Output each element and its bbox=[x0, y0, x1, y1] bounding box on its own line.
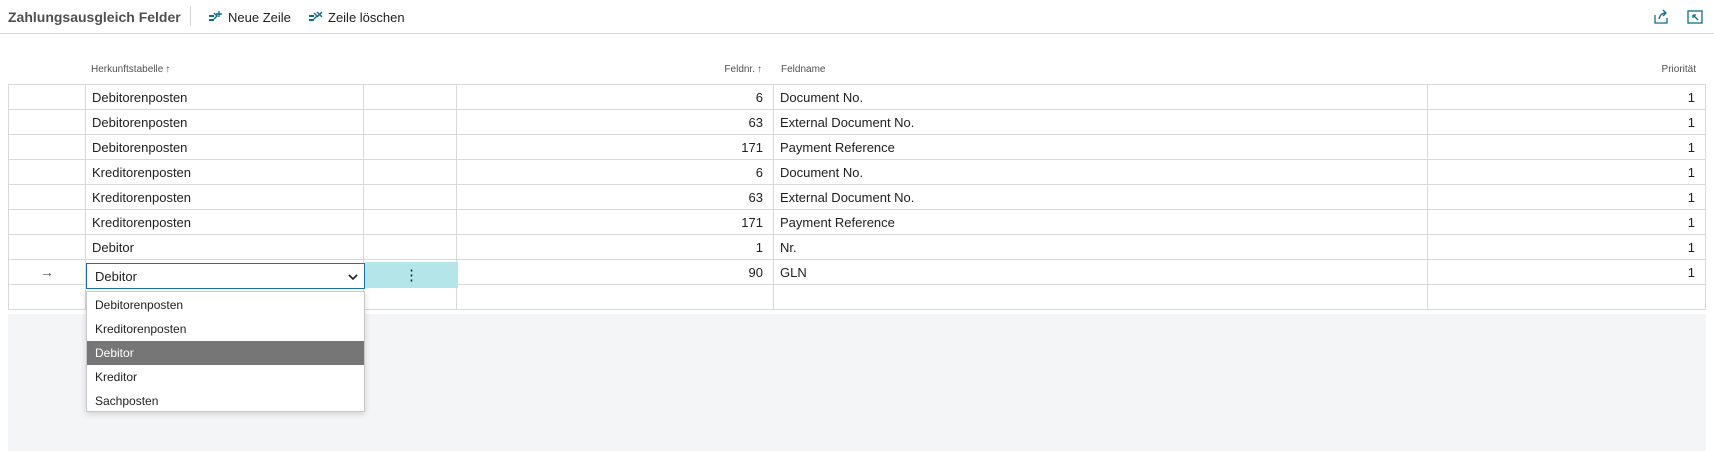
source-table-cell[interactable]: Debitorenposten bbox=[86, 84, 364, 110]
field-no-cell[interactable]: 6 bbox=[457, 84, 774, 110]
dropdown-option[interactable]: Kreditorenposten bbox=[87, 317, 364, 341]
field-name-cell[interactable]: Nr. bbox=[774, 234, 1428, 260]
table-row[interactable]: Kreditorenposten 171 Payment Reference 1 bbox=[8, 209, 1706, 235]
row-indicator-cell[interactable] bbox=[8, 134, 86, 160]
priority-cell[interactable]: 1 bbox=[1428, 234, 1706, 260]
source-table-select-value: Debitor bbox=[95, 268, 137, 284]
row-menu-cell[interactable] bbox=[364, 109, 457, 135]
priority-cell[interactable]: 1 bbox=[1428, 259, 1706, 285]
row-menu-cell[interactable] bbox=[364, 159, 457, 185]
priority-cell[interactable]: 1 bbox=[1428, 159, 1706, 185]
column-header-priority[interactable]: Priorität bbox=[1590, 64, 1696, 75]
table-row[interactable]: Debitor 1 Nr. 1 bbox=[8, 234, 1706, 260]
column-header-field-name[interactable]: Feldname bbox=[781, 64, 825, 75]
priority-cell[interactable]: 1 bbox=[1428, 184, 1706, 210]
page-title: Zahlungsausgleich Felder bbox=[8, 9, 181, 25]
column-header-field-no[interactable]: Feldnr. ↑ bbox=[660, 64, 762, 75]
row-indicator-cell[interactable] bbox=[8, 184, 86, 210]
row-menu-cell[interactable] bbox=[364, 234, 457, 260]
source-table-dropdown: Debitorenposten Kreditorenposten Debitor… bbox=[86, 291, 365, 412]
delete-line-button[interactable]: Zeile löschen bbox=[308, 6, 405, 28]
source-table-cell[interactable]: Debitor bbox=[86, 234, 364, 260]
table-row[interactable]: Debitorenposten 6 Document No. 1 bbox=[8, 84, 1706, 110]
row-menu-cell[interactable] bbox=[364, 134, 457, 160]
more-options-icon: ⋮ bbox=[404, 267, 419, 284]
row-indicator-cell[interactable] bbox=[8, 84, 86, 110]
priority-cell[interactable] bbox=[1428, 284, 1706, 310]
row-menu-cell[interactable] bbox=[364, 184, 457, 210]
field-no-cell[interactable]: 1 bbox=[457, 234, 774, 260]
column-header-source-table[interactable]: Herkunftstabelle ↑ bbox=[91, 64, 170, 75]
priority-cell[interactable]: 1 bbox=[1428, 134, 1706, 160]
field-no-cell[interactable]: 171 bbox=[457, 209, 774, 235]
column-header-field-no-label: Feldnr. bbox=[724, 64, 755, 75]
source-table-cell[interactable]: Kreditorenposten bbox=[86, 184, 364, 210]
priority-cell[interactable]: 1 bbox=[1428, 109, 1706, 135]
dropdown-option-selected[interactable]: Debitor bbox=[87, 341, 364, 365]
new-line-button[interactable]: Neue Zeile bbox=[208, 6, 291, 28]
sort-ascending-icon: ↑ bbox=[165, 64, 171, 75]
field-no-cell[interactable]: 171 bbox=[457, 134, 774, 160]
new-line-label: Neue Zeile bbox=[228, 9, 291, 25]
field-name-cell[interactable] bbox=[774, 284, 1428, 310]
field-name-cell[interactable]: External Document No. bbox=[774, 184, 1428, 210]
field-no-cell[interactable]: 63 bbox=[457, 109, 774, 135]
sort-ascending-icon: ↑ bbox=[757, 64, 762, 75]
field-no-cell[interactable] bbox=[457, 284, 774, 310]
table-row[interactable]: Debitorenposten 171 Payment Reference 1 bbox=[8, 134, 1706, 160]
row-indicator-cell[interactable]: → bbox=[8, 259, 86, 285]
row-indicator-cell[interactable] bbox=[8, 209, 86, 235]
source-table-select[interactable]: Debitor bbox=[86, 263, 365, 289]
field-name-cell[interactable]: Document No. bbox=[774, 84, 1428, 110]
field-name-cell[interactable]: GLN bbox=[774, 259, 1428, 285]
field-no-cell[interactable]: 90 bbox=[457, 259, 774, 285]
priority-cell[interactable]: 1 bbox=[1428, 84, 1706, 110]
field-name-cell[interactable]: Payment Reference bbox=[774, 209, 1428, 235]
row-menu-cell[interactable] bbox=[364, 209, 457, 235]
collapse-icon[interactable] bbox=[1686, 8, 1704, 26]
column-header-field-name-label: Feldname bbox=[781, 64, 826, 75]
priority-cell[interactable]: 1 bbox=[1428, 209, 1706, 235]
row-indicator-cell[interactable] bbox=[8, 109, 86, 135]
action-bar: Zahlungsausgleich Felder Neue Zeile Zeil… bbox=[0, 0, 1714, 34]
source-table-cell[interactable]: Kreditorenposten bbox=[86, 159, 364, 185]
table-row[interactable]: Debitorenposten 63 External Document No.… bbox=[8, 109, 1706, 135]
dropdown-option[interactable]: Kreditor bbox=[87, 365, 364, 389]
column-header-priority-label: Priorität bbox=[1661, 64, 1696, 75]
dropdown-option[interactable]: Debitorenposten bbox=[87, 293, 364, 317]
share-icon[interactable] bbox=[1652, 8, 1670, 26]
dropdown-option[interactable]: Sachposten bbox=[87, 389, 364, 413]
title-divider bbox=[190, 6, 191, 26]
field-name-cell[interactable]: Document No. bbox=[774, 159, 1428, 185]
table-row[interactable]: Kreditorenposten 6 Document No. 1 bbox=[8, 159, 1706, 185]
field-name-cell[interactable]: Payment Reference bbox=[774, 134, 1428, 160]
row-menu-cell[interactable] bbox=[364, 84, 457, 110]
row-indicator-cell[interactable] bbox=[8, 159, 86, 185]
field-no-cell[interactable]: 6 bbox=[457, 159, 774, 185]
table-row[interactable]: Kreditorenposten 63 External Document No… bbox=[8, 184, 1706, 210]
row-actions-menu-button[interactable]: ⋮ bbox=[365, 262, 458, 288]
chevron-down-icon bbox=[348, 269, 358, 284]
field-name-cell[interactable]: External Document No. bbox=[774, 109, 1428, 135]
field-no-cell[interactable]: 63 bbox=[457, 184, 774, 210]
source-table-cell[interactable]: Debitorenposten bbox=[86, 134, 364, 160]
delete-line-icon bbox=[308, 10, 323, 24]
new-line-icon bbox=[208, 10, 223, 24]
source-table-cell[interactable]: Kreditorenposten bbox=[86, 209, 364, 235]
row-indicator-cell[interactable] bbox=[8, 284, 86, 310]
row-indicator-cell[interactable] bbox=[8, 234, 86, 260]
column-header-source-table-label: Herkunftstabelle bbox=[91, 64, 164, 75]
delete-line-label: Zeile löschen bbox=[328, 9, 405, 25]
source-table-cell[interactable]: Debitorenposten bbox=[86, 109, 364, 135]
current-row-arrow-icon: → bbox=[40, 264, 54, 280]
